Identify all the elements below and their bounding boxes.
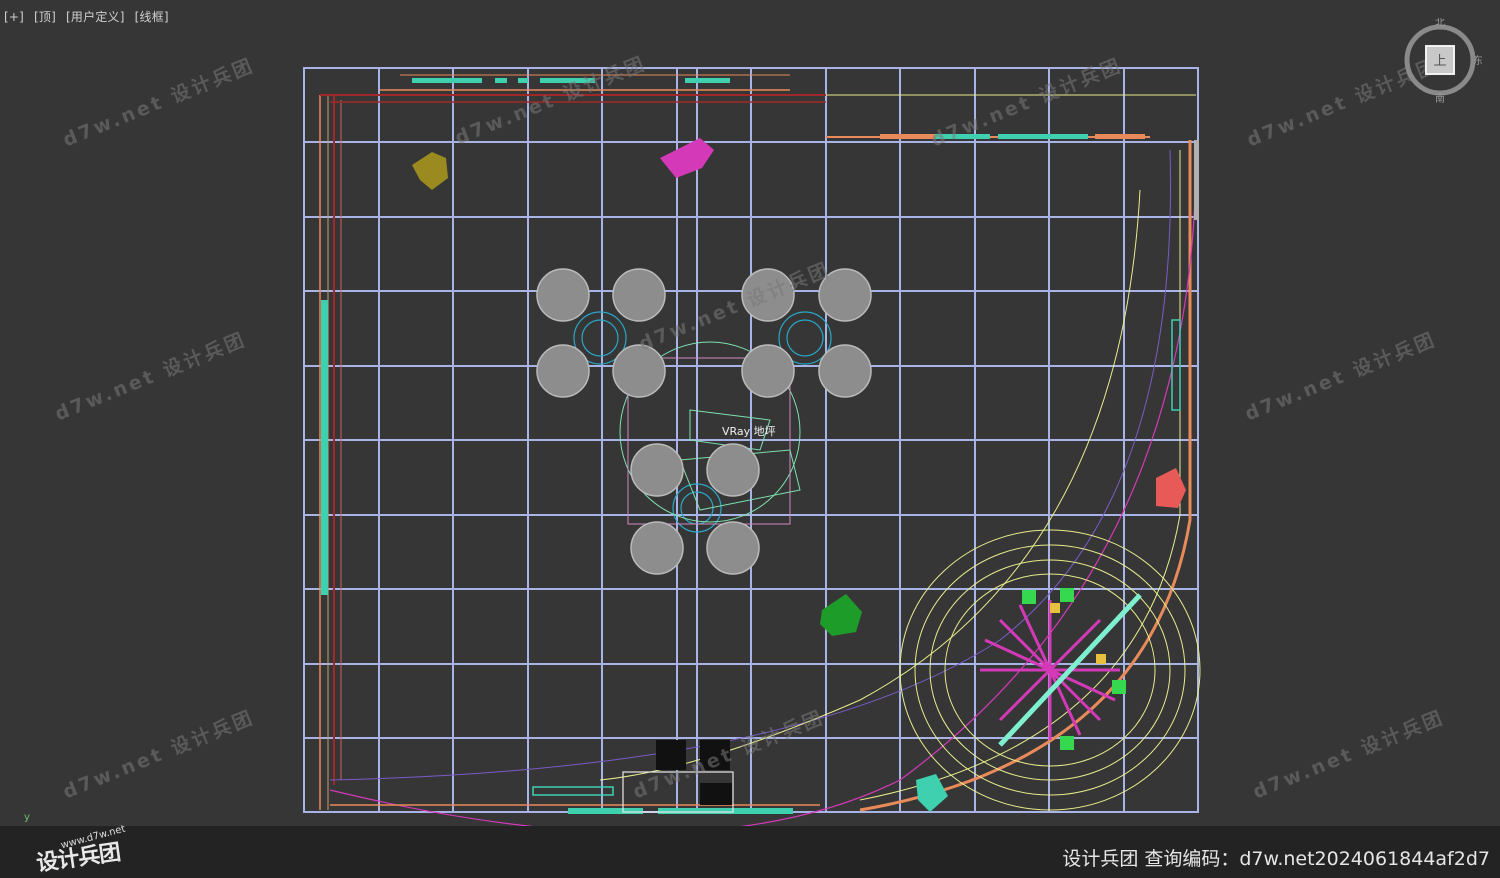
viewcube-south-label[interactable]: 南: [1435, 92, 1445, 105]
right-wall-curves: [329, 139, 1199, 826]
scene-canvas[interactable]: [0, 0, 1500, 826]
viewcube-face-label: 上: [1433, 54, 1446, 69]
viewcube-east-label[interactable]: 东: [1473, 54, 1483, 67]
plant-olive: [412, 152, 448, 190]
viewcube[interactable]: 上 北 东 南: [1402, 17, 1483, 108]
plant-magenta: [660, 138, 714, 178]
footer-logo: 设计兵团: [35, 840, 122, 877]
plant-coral: [1156, 468, 1186, 508]
axis-y-indicator: y: [24, 812, 30, 823]
viewport-top-wireframe[interactable]: [+] [顶] [用户定义] [线框] VRay 地坪 d7w.net 设计兵团…: [0, 0, 1500, 826]
footer-query-code: 设计兵团 查询编码：d7w.net2024061844af2d7: [1062, 848, 1490, 870]
plant-teal: [916, 774, 948, 812]
footer-bar: www.d7w.net 设计兵团 设计兵团 查询编码：d7w.net202406…: [0, 824, 1500, 878]
table-circles: [573, 311, 832, 533]
viewcube-north-label[interactable]: 北: [1435, 17, 1445, 29]
left-wall: [319, 95, 342, 810]
vray-floor-label: VRay 地坪: [722, 425, 776, 438]
bottom-wall: [330, 740, 820, 814]
top-wall: [320, 74, 1196, 139]
